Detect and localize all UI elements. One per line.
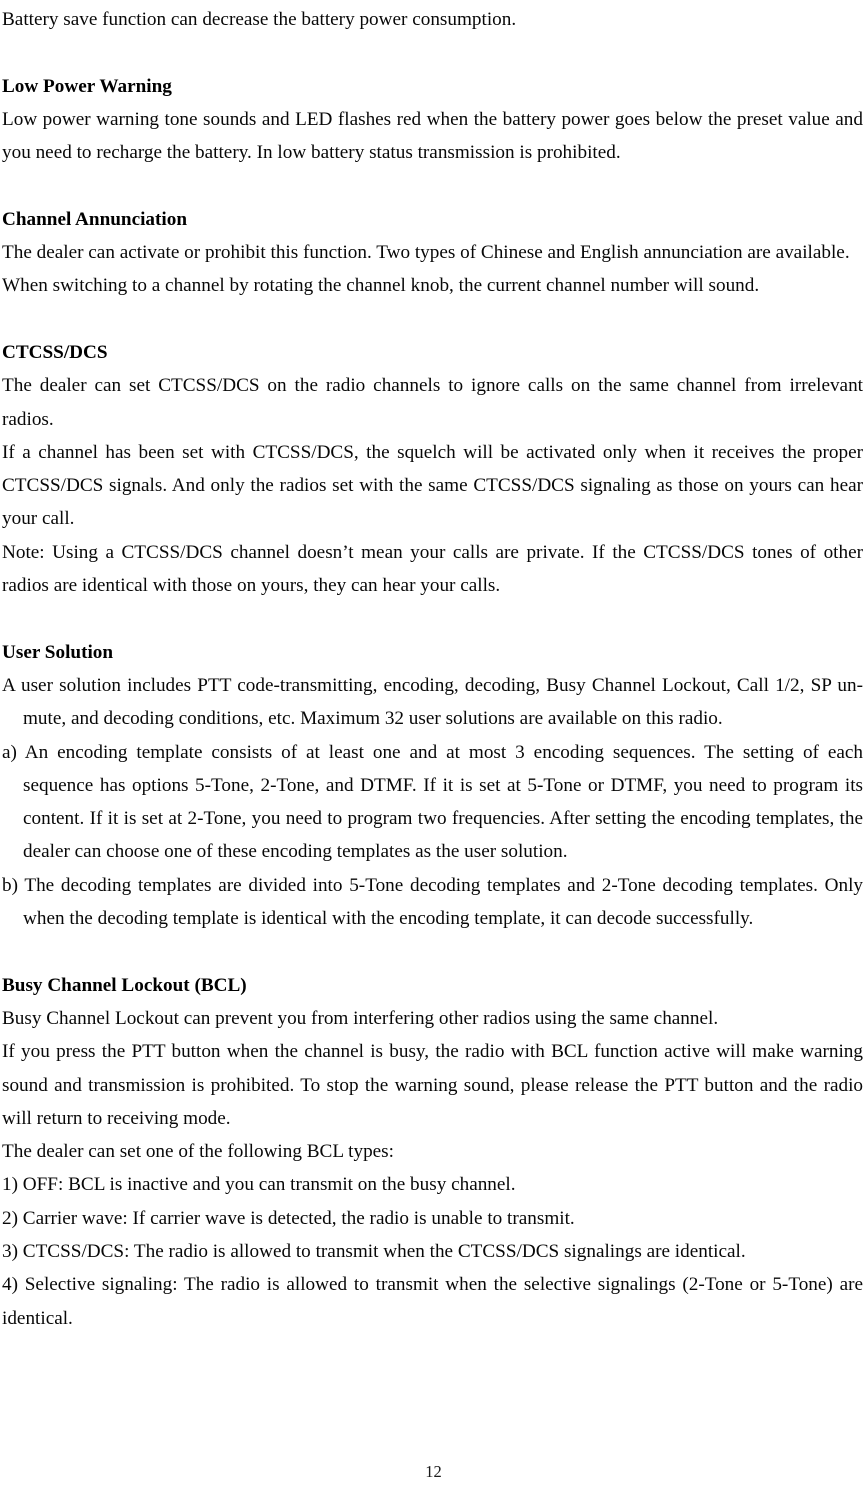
paragraph-ctcss-dcs-2: If a channel has been set with CTCSS/DCS… <box>2 441 863 530</box>
list-item-user-solution-a: a) An encoding template consists of at l… <box>2 741 863 863</box>
paragraph-ctcss-dcs-1: The dealer can set CTCSS/DCS on the radi… <box>2 375 863 430</box>
paragraph-channel-annunciation-1: The dealer can activate or prohibit this… <box>2 242 850 264</box>
paragraph-bcl-types-intro: The dealer can set one of the following … <box>2 1141 394 1163</box>
heading-busy-channel-lockout: Busy Channel Lockout (BCL) <box>2 974 247 996</box>
document-body: Battery save function can decrease the b… <box>2 2 863 1335</box>
heading-channel-annunciation: Channel Annunciation <box>2 208 188 230</box>
heading-low-power-warning: Low Power Warning <box>2 75 172 97</box>
paragraph-user-solution-intro: A user solution includes PTT code-transm… <box>2 674 863 730</box>
paragraph-channel-annunciation-2: When switching to a channel by rotating … <box>2 275 760 297</box>
paragraph-battery-save: Battery save function can decrease the b… <box>2 9 517 30</box>
paragraph-bcl-1: Busy Channel Lockout can prevent you fro… <box>2 1007 719 1029</box>
heading-ctcss-dcs: CTCSS/DCS <box>2 341 108 363</box>
list-item-bcl-type-1: 1) OFF: BCL is inactive and you can tran… <box>2 1174 516 1196</box>
paragraph-low-power-warning: Low power warning tone sounds and LED fl… <box>2 108 863 164</box>
paragraph-bcl-2: If you press the PTT button when the cha… <box>2 1041 863 1129</box>
paragraph-ctcss-dcs-note: Note: Using a CTCSS/DCS channel doesn’t … <box>2 541 863 597</box>
list-item-user-solution-b: b) The decoding templates are divided in… <box>2 874 863 930</box>
list-item-bcl-type-3: 3) CTCSS/DCS: The radio is allowed to tr… <box>2 1240 746 1262</box>
heading-user-solution: User Solution <box>2 641 114 663</box>
list-item-bcl-type-4: 4) Selective signaling: The radio is all… <box>2 1274 863 1329</box>
page-number: 12 <box>425 1462 442 1481</box>
manual-page: Battery save function can decrease the b… <box>0 0 867 1488</box>
list-item-bcl-type-2: 2) Carrier wave: If carrier wave is dete… <box>2 1207 575 1229</box>
